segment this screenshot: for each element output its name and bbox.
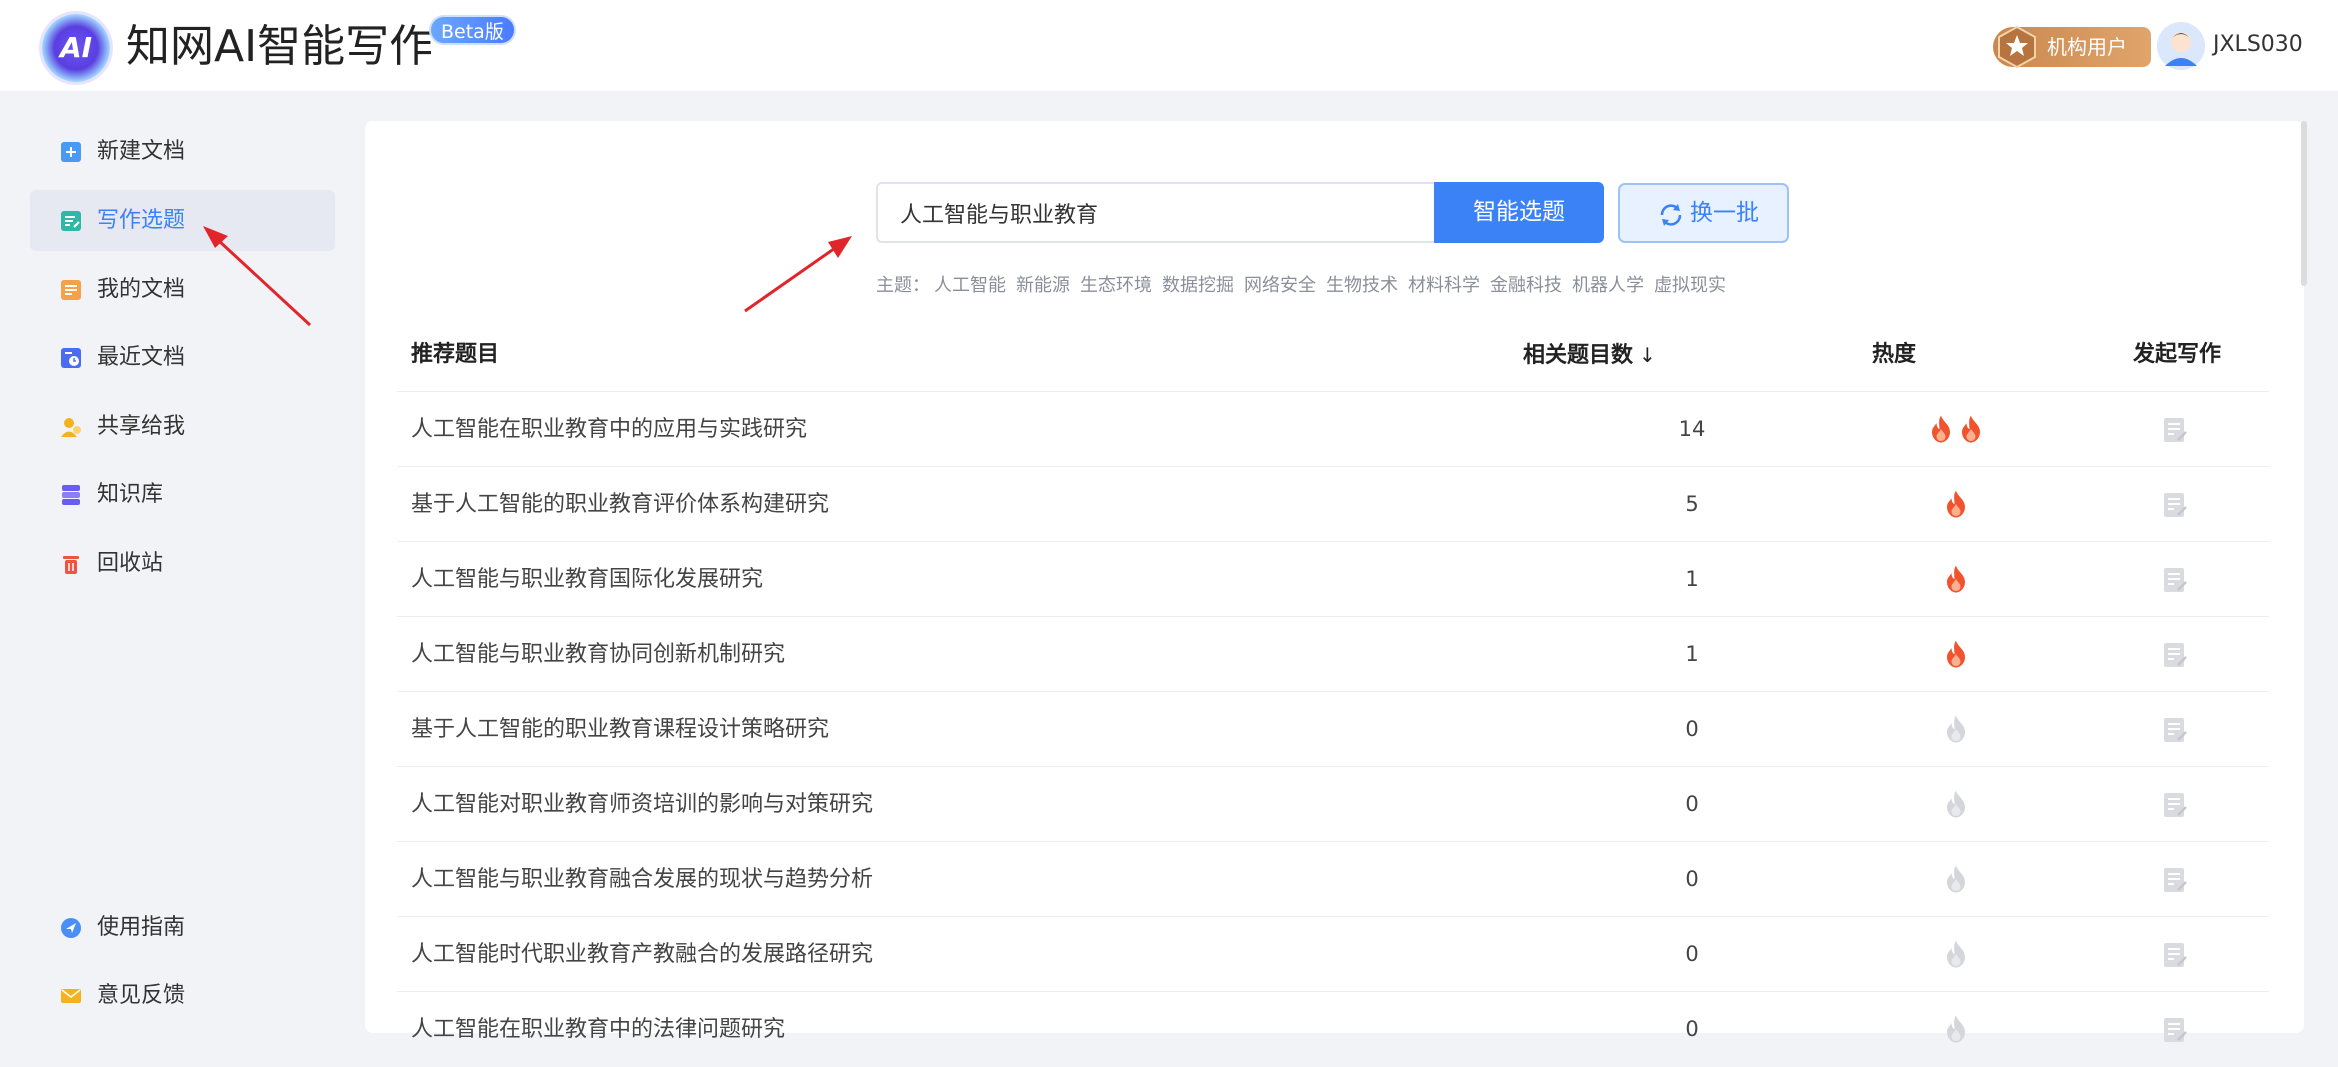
annotation-arrows [203,226,852,327]
arrow-head [828,236,852,258]
arrow-line [744,244,839,313]
arrow-line [216,238,312,327]
